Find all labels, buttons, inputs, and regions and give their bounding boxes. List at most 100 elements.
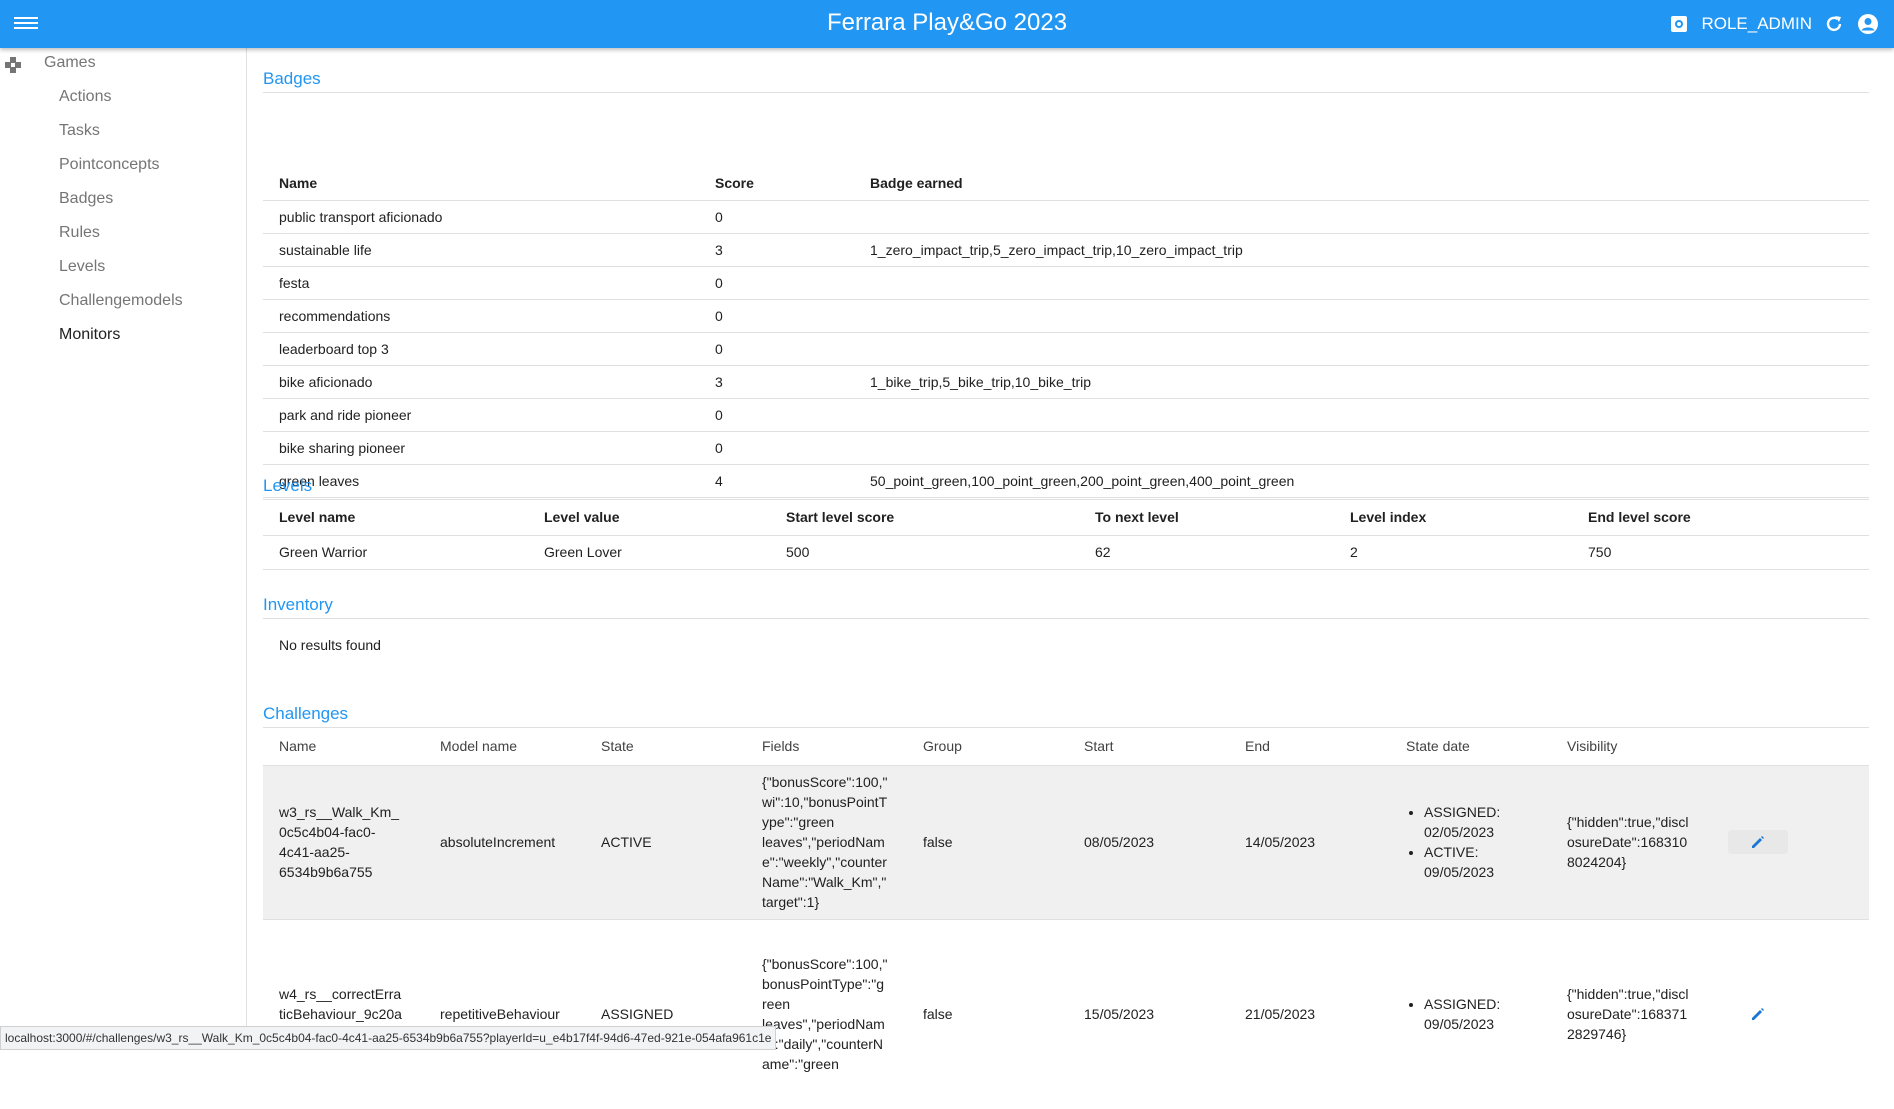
settings-icon[interactable]: [1667, 12, 1691, 36]
sidebar-item-monitors[interactable]: Monitors: [59, 326, 120, 344]
badge-name: leaderboard top 3: [263, 331, 699, 365]
level-index: 2: [1334, 534, 1572, 569]
challenge-name[interactable]: w4_rs__correctErra ticBehaviour_9c20a ce…: [263, 918, 424, 1109]
challenge-state-dates: ASSIGNED: 09/05/2023: [1390, 918, 1551, 1109]
edit-icon[interactable]: [1728, 829, 1788, 854]
sidebar-item-tasks[interactable]: Tasks: [59, 122, 100, 140]
table-row: public transport aficionado 0: [263, 199, 1869, 233]
table-row: festa 0: [263, 265, 1869, 299]
challenge-state: ASSIGNED: [585, 918, 746, 1109]
levels-header-value: Level value: [544, 509, 620, 526]
challenge-actions: [1712, 918, 1869, 1109]
refresh-icon[interactable]: [1822, 12, 1846, 36]
level-end-score: 750: [1572, 534, 1869, 569]
challenges-header-state: State: [601, 738, 634, 755]
challenges-header-end: End: [1245, 738, 1270, 755]
levels-header-start: Start level score: [786, 509, 895, 526]
challenge-model: absoluteIncrement: [424, 764, 585, 919]
inventory-empty-text: No results found: [279, 637, 381, 653]
challenge-start: 15/05/2023: [1068, 918, 1229, 1109]
challenges-header-actions: [1712, 728, 1869, 765]
levels-section-title: Levels: [263, 476, 313, 495]
challenge-model: repetitiveBehaviour: [424, 918, 585, 1109]
challenge-fields: {"bonusScore":100," wi":10,"bonusPointT …: [746, 764, 907, 919]
badge-name: public transport aficionado: [263, 199, 699, 233]
badges-header-earned: Badge earned: [870, 174, 963, 191]
sidebar-item-pointconcepts[interactable]: Pointconcepts: [59, 156, 160, 174]
badges-section-title: Badges: [263, 69, 321, 88]
badge-earned: [854, 430, 1869, 464]
account-icon[interactable]: [1856, 12, 1880, 36]
badge-score: 0: [699, 298, 854, 332]
level-start-score: 500: [770, 534, 1079, 569]
challenges-header-start: Start: [1084, 738, 1114, 755]
level-value: Green Lover: [528, 534, 770, 569]
badges-table: Name Score Badge earned public transport…: [263, 166, 1869, 498]
badge-score: 3: [699, 232, 854, 266]
sidebar-item-levels[interactable]: Levels: [59, 258, 105, 276]
badge-earned: [854, 331, 1869, 365]
challenge-visibility: {"hidden":true,"discl osureDate":168310 …: [1551, 764, 1712, 919]
badges-header-name: Name: [279, 174, 318, 191]
challenge-fields: {"bonusScore":100," bonusPointType":"g r…: [746, 918, 907, 1109]
table-row: recommendations 0: [263, 298, 1869, 332]
level-name: Green Warrior: [263, 534, 528, 569]
badge-earned: 1_zero_impact_trip,5_zero_impact_trip,10…: [854, 232, 1869, 266]
badge-name: recommendations: [263, 298, 699, 332]
badge-score: 0: [699, 265, 854, 299]
badge-name: festa: [263, 265, 699, 299]
role-label: ROLE_ADMIN: [1701, 14, 1812, 33]
inventory-divider: [263, 618, 1869, 619]
levels-header-end: End level score: [1588, 509, 1691, 526]
table-row: bike aficionado 3 1_bike_trip,5_bike_trip,…: [263, 364, 1869, 398]
state-date-item: ASSIGNED: 09/05/2023: [1424, 994, 1551, 1034]
badges-divider: [263, 92, 1869, 93]
sidebar-header-games[interactable]: Games: [44, 54, 96, 72]
table-row[interactable]: w3_rs__Walk_Km_ 0c5c4b04-fac0- 4c41-aa25…: [263, 764, 1869, 919]
edit-icon[interactable]: [1728, 1002, 1788, 1026]
challenges-header-group: Group: [923, 738, 962, 755]
table-row: sustainable life 3 1_zero_impact_trip,5_ze…: [263, 232, 1869, 266]
table-row: green leaves 4 50_point_green,100_point_gr…: [263, 463, 1869, 497]
sidebar-item-challengemodels[interactable]: Challengemodels: [59, 292, 183, 310]
badge-earned: 50_point_green,100_point_green,200_point…: [854, 463, 1869, 497]
badge-name: bike aficionado: [263, 364, 699, 398]
challenges-header-visibility: Visibility: [1567, 738, 1618, 755]
challenges-section-title: Challenges: [263, 704, 349, 723]
sidebar-item-actions[interactable]: Actions: [59, 88, 111, 106]
level-to-next: 62: [1079, 534, 1334, 569]
state-date-item: ACTIVE: 09/05/2023: [1424, 842, 1551, 882]
badge-name: sustainable life: [263, 232, 699, 266]
badge-score: 0: [699, 199, 854, 233]
challenge-state-dates: ASSIGNED: 02/05/2023 ACTIVE: 09/05/2023: [1390, 764, 1551, 919]
app-title: Ferrara Play&Go 2023: [826, 9, 1068, 36]
challenge-end: 21/05/2023: [1229, 918, 1390, 1109]
badge-score: 4: [699, 463, 854, 497]
challenge-end: 14/05/2023: [1229, 764, 1390, 919]
browser-status-bar: localhost:3000/#/challenges/w3_rs__Walk_…: [0, 1026, 777, 1050]
badge-score: 0: [699, 331, 854, 365]
games-icon: [4, 56, 22, 79]
levels-header-index: Level index: [1350, 509, 1427, 526]
badge-earned: [854, 298, 1869, 332]
sidebar-item-rules[interactable]: Rules: [59, 224, 100, 242]
badge-score: 0: [699, 430, 854, 464]
badge-earned: [854, 265, 1869, 299]
table-row: leaderboard top 30: [263, 331, 1869, 365]
app-bar: Ferrara Play&Go 2023 ROLE_ADMIN: [0, 0, 1894, 48]
state-date-item: ASSIGNED: 02/05/2023: [1424, 802, 1551, 842]
challenge-name[interactable]: w3_rs__Walk_Km_ 0c5c4b04-fac0- 4c41-aa25…: [263, 764, 424, 919]
sidebar-item-badges[interactable]: Badges: [59, 190, 113, 208]
badge-name: bike sharing pioneer: [263, 430, 699, 464]
challenge-group: false: [907, 764, 1068, 919]
table-row[interactable]: w4_rs__correctErra ticBehaviour_9c20a ce…: [263, 918, 1869, 1109]
challenge-start: 08/05/2023: [1068, 764, 1229, 919]
challenge-actions: [1712, 764, 1869, 919]
challenges-header-model: Model name: [440, 738, 518, 755]
table-row: park and ride pioneer 0: [263, 397, 1869, 431]
challenges-header-fields: Fields: [762, 738, 800, 755]
badge-earned: [854, 397, 1869, 431]
inventory-section-title: Inventory: [263, 595, 333, 614]
challenges-header-state-date: State date: [1406, 738, 1470, 755]
badge-name: park and ride pioneer: [263, 397, 699, 431]
